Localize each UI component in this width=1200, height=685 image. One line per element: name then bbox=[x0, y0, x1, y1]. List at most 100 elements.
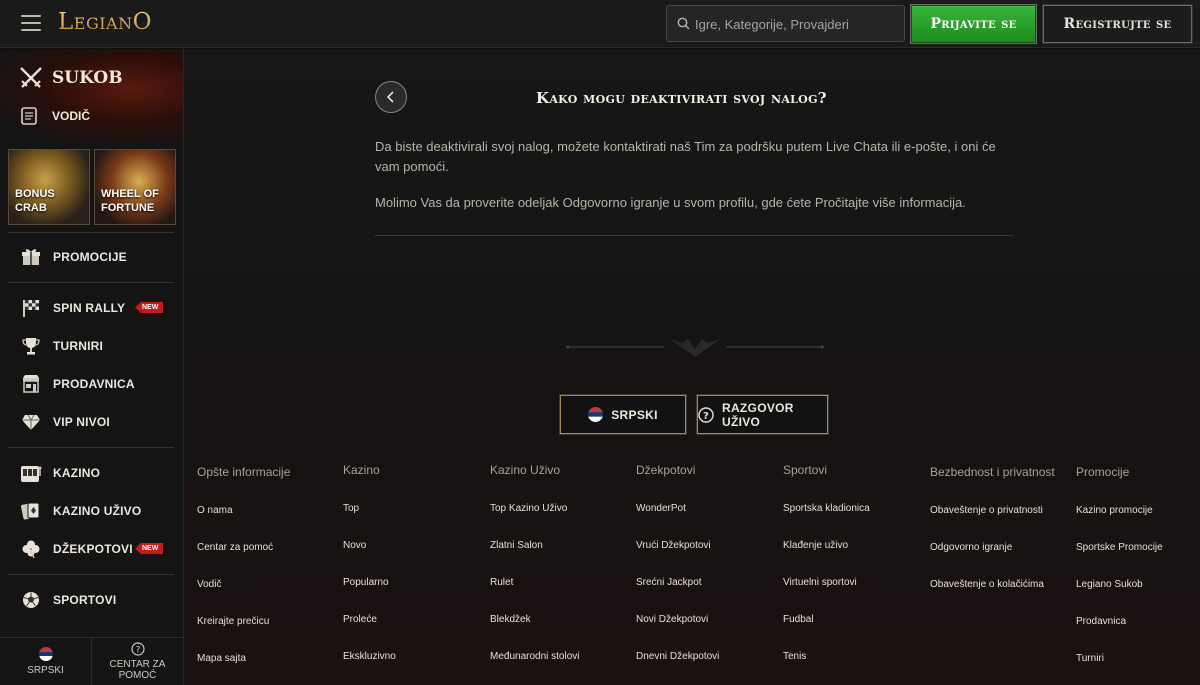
footer-column-heading: Kazino bbox=[343, 463, 380, 477]
sidebar-item-vip-nivoi[interactable]: VIP NIVOI bbox=[20, 408, 170, 436]
footer-link[interactable]: Obaveštenje o kolačićima bbox=[930, 579, 1055, 616]
sidebar-item-label: PROMOCIJE bbox=[53, 250, 127, 264]
bonus-crab-tile[interactable]: BONUS CRAB bbox=[8, 149, 90, 225]
footer-link[interactable]: Popularno bbox=[343, 577, 396, 614]
footer-link[interactable]: Vrući Džekpotovi bbox=[636, 540, 719, 577]
login-button[interactable]: Prijavite se bbox=[910, 4, 1037, 44]
footer-link[interactable]: Srećni Jackpot bbox=[636, 577, 719, 614]
diamond-icon bbox=[20, 411, 42, 433]
footer-column-heading: Sportovi bbox=[783, 463, 828, 477]
footer-link[interactable]: Ekskluzivno bbox=[343, 651, 396, 685]
search-input[interactable] bbox=[695, 14, 895, 34]
trophy-icon bbox=[20, 335, 42, 357]
divider bbox=[8, 282, 174, 283]
sidebar-item-prodavnica[interactable]: PRODAVNICA bbox=[20, 370, 170, 398]
search-icon bbox=[677, 17, 690, 30]
footer-link[interactable]: Vodič bbox=[197, 579, 290, 616]
serbia-flag-icon bbox=[588, 407, 604, 422]
register-button[interactable]: Registrujte se bbox=[1042, 4, 1193, 44]
search-box[interactable] bbox=[666, 5, 905, 42]
footer-link[interactable]: Kazino promocije bbox=[1076, 505, 1163, 542]
tile-label: BONUS bbox=[15, 188, 55, 200]
cards-icon bbox=[20, 500, 42, 522]
footer-link[interactable]: Centar za pomoć bbox=[197, 542, 290, 579]
question-icon: ? bbox=[130, 642, 145, 656]
footer-column-heading: Džekpotovi bbox=[636, 463, 696, 477]
footer-link[interactable]: Obaveštenje o privatnosti bbox=[930, 505, 1055, 542]
help-center-link[interactable]: ? CENTAR ZA POMOĆ bbox=[91, 638, 183, 685]
footer-link[interactable]: Dnevni Džekpotovi bbox=[636, 651, 719, 685]
footer-link[interactable]: Fudbal bbox=[783, 614, 870, 651]
sidebar-item-label: SUKOB bbox=[52, 68, 123, 88]
menu-icon[interactable] bbox=[21, 15, 41, 31]
footer-link[interactable]: WonderPot bbox=[636, 503, 719, 540]
sidebar-item-kazino-uzivo[interactable]: KAZINO UŽIVO bbox=[20, 497, 170, 525]
footer-link[interactable]: Međunarodni stolovi bbox=[490, 651, 580, 685]
sidebar-item-promocije[interactable]: PROMOCIJE bbox=[20, 243, 170, 271]
sidebar-bottom-bar: SRPSKI ? CENTAR ZA POMOĆ bbox=[0, 637, 183, 685]
sidebar-item-sportovi[interactable]: SPORTOVI bbox=[20, 586, 170, 614]
main-content: Kako mogu deaktivirati svoj nalog? Da bi… bbox=[184, 49, 1200, 685]
help-label: CENTAR ZA bbox=[109, 659, 166, 670]
footer-link[interactable]: Odgovorno igranje bbox=[930, 542, 1055, 579]
ball-icon bbox=[20, 589, 42, 611]
language-button-label: SRPSKI bbox=[611, 407, 658, 422]
sidebar-item-kazino[interactable]: KAZINO bbox=[20, 459, 170, 487]
footer-link[interactable]: Mapa sajta bbox=[197, 653, 290, 685]
scroll-icon bbox=[21, 107, 37, 125]
sidebar-item-spin-rally[interactable]: SPIN RALLY NEW bbox=[20, 294, 170, 322]
footer-column: Džekpotovi WonderPot Vrući Džekpotovi Sr… bbox=[636, 463, 719, 685]
back-button[interactable] bbox=[375, 81, 407, 113]
svg-text:?: ? bbox=[703, 411, 709, 422]
footer-link[interactable]: Zlatni Salon bbox=[490, 540, 580, 577]
checkered-flag-icon bbox=[20, 297, 42, 319]
new-badge: NEW bbox=[135, 302, 164, 313]
footer-link[interactable]: Tenis bbox=[783, 651, 870, 685]
footer-column: Promocije Kazino promocije Sportske Prom… bbox=[1076, 463, 1163, 685]
language-button[interactable]: SRPSKI bbox=[559, 394, 687, 435]
footer-link[interactable]: Novi Džekpotovi bbox=[636, 614, 719, 651]
footer-link[interactable]: Klađenje uživo bbox=[783, 540, 870, 577]
footer-link[interactable]: Sportska kladionica bbox=[783, 503, 870, 540]
footer-column-heading: Bezbednost i privatnost bbox=[930, 465, 1055, 479]
article-title: Kako mogu deaktivirati svoj nalog? bbox=[536, 89, 827, 107]
footer-column-heading: Promocije bbox=[1076, 465, 1130, 479]
language-selector[interactable]: SRPSKI bbox=[0, 638, 91, 685]
help-label: POMOĆ bbox=[118, 670, 157, 681]
slot-machine-icon bbox=[20, 462, 42, 484]
sidebar-item-dzekpotovi[interactable]: DŽEKPOTOVI NEW bbox=[20, 535, 170, 563]
sidebar-item-turniri[interactable]: TURNIRI bbox=[20, 332, 170, 360]
footer-link[interactable]: Sportske Promocije bbox=[1076, 542, 1163, 579]
footer-link[interactable]: Proleće bbox=[343, 614, 396, 651]
footer-link[interactable]: Legiano Sukob bbox=[1076, 579, 1163, 616]
footer-link[interactable]: Top bbox=[343, 503, 396, 540]
question-icon: ? bbox=[698, 406, 714, 423]
clover-icon bbox=[20, 538, 42, 560]
logo[interactable]: LegianO bbox=[58, 9, 152, 35]
footer-link[interactable]: Turniri bbox=[1076, 653, 1163, 685]
sidebar-item-vodic[interactable]: VODIČ bbox=[18, 105, 90, 127]
footer-column-heading: Opšte informacije bbox=[197, 465, 291, 479]
footer-column: Bezbednost i privatnost Obaveštenje o pr… bbox=[930, 463, 1055, 616]
footer-link[interactable]: Virtuelni sportovi bbox=[783, 577, 870, 614]
tile-label: WHEEL OF bbox=[101, 188, 159, 200]
footer-link[interactable]: Prodavnica bbox=[1076, 616, 1163, 653]
gift-icon bbox=[20, 246, 42, 268]
serbia-flag-icon bbox=[38, 647, 53, 661]
sidebar-item-label: SPORTOVI bbox=[53, 593, 117, 607]
wheel-of-fortune-tile[interactable]: WHEEL OF FORTUNE bbox=[94, 149, 176, 225]
sidebar-item-sukob[interactable]: SUKOB bbox=[18, 65, 123, 91]
footer-link[interactable]: O nama bbox=[197, 505, 290, 542]
divider bbox=[8, 232, 174, 233]
footer-link[interactable]: Rulet bbox=[490, 577, 580, 614]
footer-link[interactable]: Kreirajte prečicu bbox=[197, 616, 290, 653]
language-label: SRPSKI bbox=[27, 665, 64, 676]
sidebar-item-label: KAZINO UŽIVO bbox=[53, 504, 142, 518]
footer-link[interactable]: Blekdžek bbox=[490, 614, 580, 651]
live-chat-button[interactable]: ? RAZGOVOR UŽIVO bbox=[696, 394, 829, 435]
footer-column: Kazino Top Novo Popularno Proleće Eksklu… bbox=[343, 463, 396, 685]
wing-ornament-icon bbox=[566, 339, 824, 357]
footer-link[interactable]: Novo bbox=[343, 540, 396, 577]
footer-link[interactable]: Top Kazino Uživo bbox=[490, 503, 580, 540]
footer-column: Kazino Uživo Top Kazino Uživo Zlatni Sal… bbox=[490, 463, 580, 685]
